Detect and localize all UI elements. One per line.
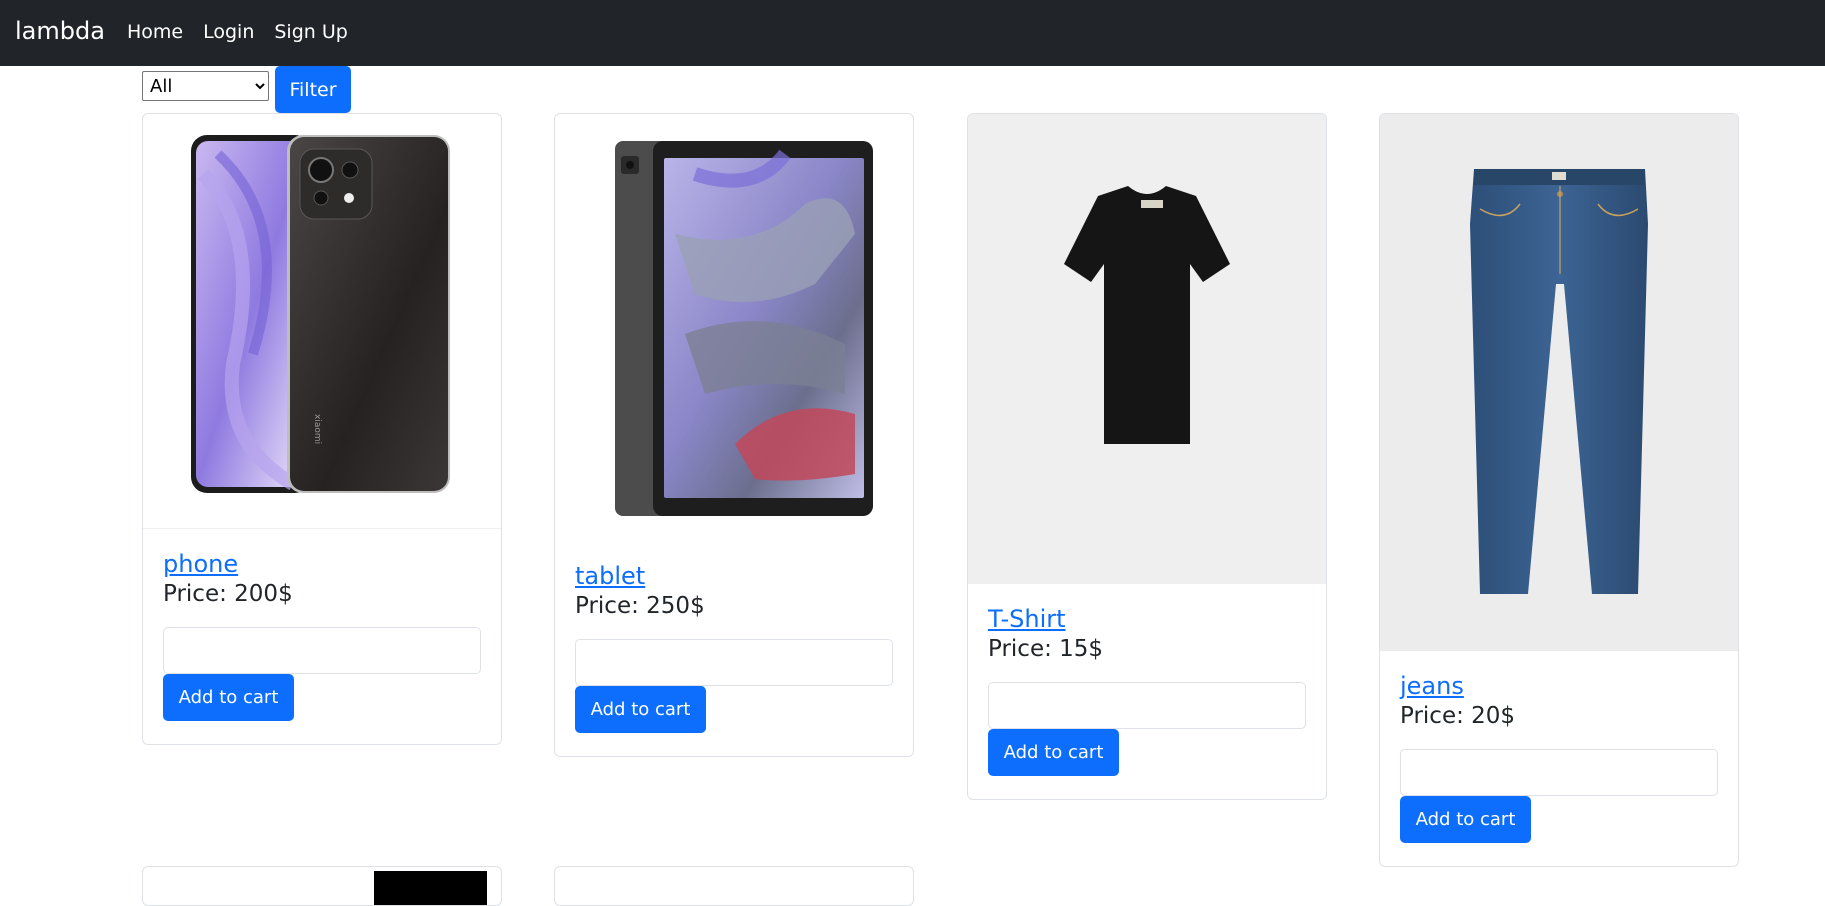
phone-image: xiaomi — [191, 135, 450, 493]
product-title-tablet[interactable]: tablet — [575, 561, 893, 591]
tablet-image — [615, 141, 873, 516]
product-card-row2-2 — [554, 866, 914, 906]
product-body-tablet: tablet Price: 250$ Add to cart — [555, 541, 913, 756]
product-title-phone[interactable]: phone — [163, 549, 481, 579]
brand-logo[interactable]: lambda — [15, 17, 105, 45]
nav-links: Home Login Sign Up — [127, 21, 368, 43]
product-title-tshirt[interactable]: T-Shirt — [988, 604, 1306, 634]
quantity-input-tablet[interactable] — [575, 639, 893, 686]
filter-bar: All Filter — [142, 66, 351, 113]
product-card-phone: xiaomi phone Price: 200$ Add to cart — [142, 113, 502, 745]
product-price-tablet: Price: 250$ — [575, 593, 705, 619]
product-image-tablet — [555, 114, 913, 541]
add-to-cart-button-tablet[interactable]: Add to cart — [575, 686, 706, 733]
product-body-jeans: jeans Price: 20$ Add to cart — [1380, 651, 1738, 866]
add-to-cart-button-phone[interactable]: Add to cart — [163, 674, 294, 721]
product-price-phone: Price: 200$ — [163, 581, 293, 607]
product-card-jeans: jeans Price: 20$ Add to cart — [1379, 113, 1739, 867]
product-body-phone: phone Price: 200$ Add to cart — [143, 529, 501, 744]
jeans-image — [1470, 169, 1648, 594]
product-price-tshirt: Price: 15$ — [988, 636, 1104, 662]
nav-home-link[interactable]: Home — [127, 21, 183, 43]
svg-text:xiaomi: xiaomi — [312, 414, 322, 444]
category-select[interactable]: All — [142, 71, 269, 101]
product-card-row2-1 — [142, 866, 502, 906]
product-body-tshirt: T-Shirt Price: 15$ Add to cart — [968, 584, 1326, 799]
filter-button[interactable]: Filter — [275, 66, 351, 113]
nav-signup-link[interactable]: Sign Up — [274, 21, 347, 43]
top-navbar: lambda Home Login Sign Up — [0, 0, 1825, 66]
product-image-phone: xiaomi — [143, 114, 501, 529]
product-card-tshirt: T-Shirt Price: 15$ Add to cart — [967, 113, 1327, 800]
quantity-input-tshirt[interactable] — [988, 682, 1306, 729]
product-image-row2-1 — [374, 871, 487, 905]
tshirt-image — [1064, 186, 1230, 444]
product-price-jeans: Price: 20$ — [1400, 703, 1516, 729]
add-to-cart-button-jeans[interactable]: Add to cart — [1400, 796, 1531, 843]
product-image-tshirt — [968, 114, 1326, 584]
nav-login-link[interactable]: Login — [203, 21, 254, 43]
quantity-input-jeans[interactable] — [1400, 749, 1718, 796]
product-image-jeans — [1380, 114, 1738, 651]
quantity-input-phone[interactable] — [163, 627, 481, 674]
product-card-tablet: tablet Price: 250$ Add to cart — [554, 113, 914, 757]
product-title-jeans[interactable]: jeans — [1400, 671, 1718, 701]
add-to-cart-button-tshirt[interactable]: Add to cart — [988, 729, 1119, 776]
